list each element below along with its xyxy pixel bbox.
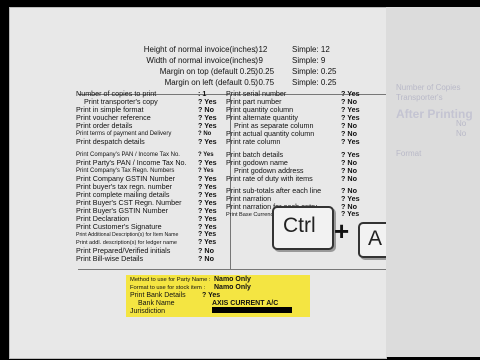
- jurisdiction-input-field[interactable]: [212, 307, 292, 313]
- jurisdiction-row[interactable]: Jurisdiction: [130, 308, 165, 316]
- simple-value: Simple: 12: [292, 45, 330, 54]
- bank-name-row[interactable]: Bank Name AXIS CURRENT A/C: [138, 300, 278, 308]
- setting-value: : 12: [254, 45, 268, 54]
- party-and-bank-details-panel: Method to use for Party Name : Namo Only …: [126, 275, 310, 317]
- format-stock-row[interactable]: Format to use for stock item : Namo Only: [130, 284, 251, 292]
- simple-value: Simple: 0.25: [292, 78, 337, 87]
- ghost-line: No: [456, 119, 467, 128]
- ctrl-key-icon: Ctrl: [272, 206, 334, 250]
- ghost-line: Number of Copies: [396, 83, 461, 92]
- ghost-line: Format: [396, 149, 422, 158]
- setting-label: Margin on left (default 0.5): [164, 78, 258, 87]
- setting-label: Margin on top (default 0.25): [159, 67, 258, 76]
- setting-value: : 9: [254, 56, 263, 65]
- setting-value: : 0.75: [254, 78, 275, 87]
- divider: [78, 269, 388, 270]
- simple-value: Simple: 9: [292, 56, 326, 65]
- ghost-line: No: [456, 129, 467, 138]
- setting-label: Height of normal invoice(inches): [143, 45, 258, 54]
- print-bank-row[interactable]: Print Bank Details? Yes: [130, 292, 220, 300]
- simple-value: Simple: 0.25: [292, 67, 337, 76]
- background-window: After Printing Number of Copies Transpor…: [386, 7, 480, 357]
- invoice-dimension-settings: Height of normal invoice(inches) : 12 Si…: [106, 45, 346, 93]
- method-party-row[interactable]: Method to use for Party Name : Namo Only: [130, 276, 251, 284]
- printing-configuration-screen: Height of normal invoice(inches) : 12 Si…: [9, 7, 394, 359]
- ghost-line: Transporter's: [396, 93, 443, 102]
- setting-label: Width of normal invoice(inches): [146, 56, 258, 65]
- plus-sign: +: [334, 216, 350, 246]
- setting-value: : 0.25: [254, 67, 275, 76]
